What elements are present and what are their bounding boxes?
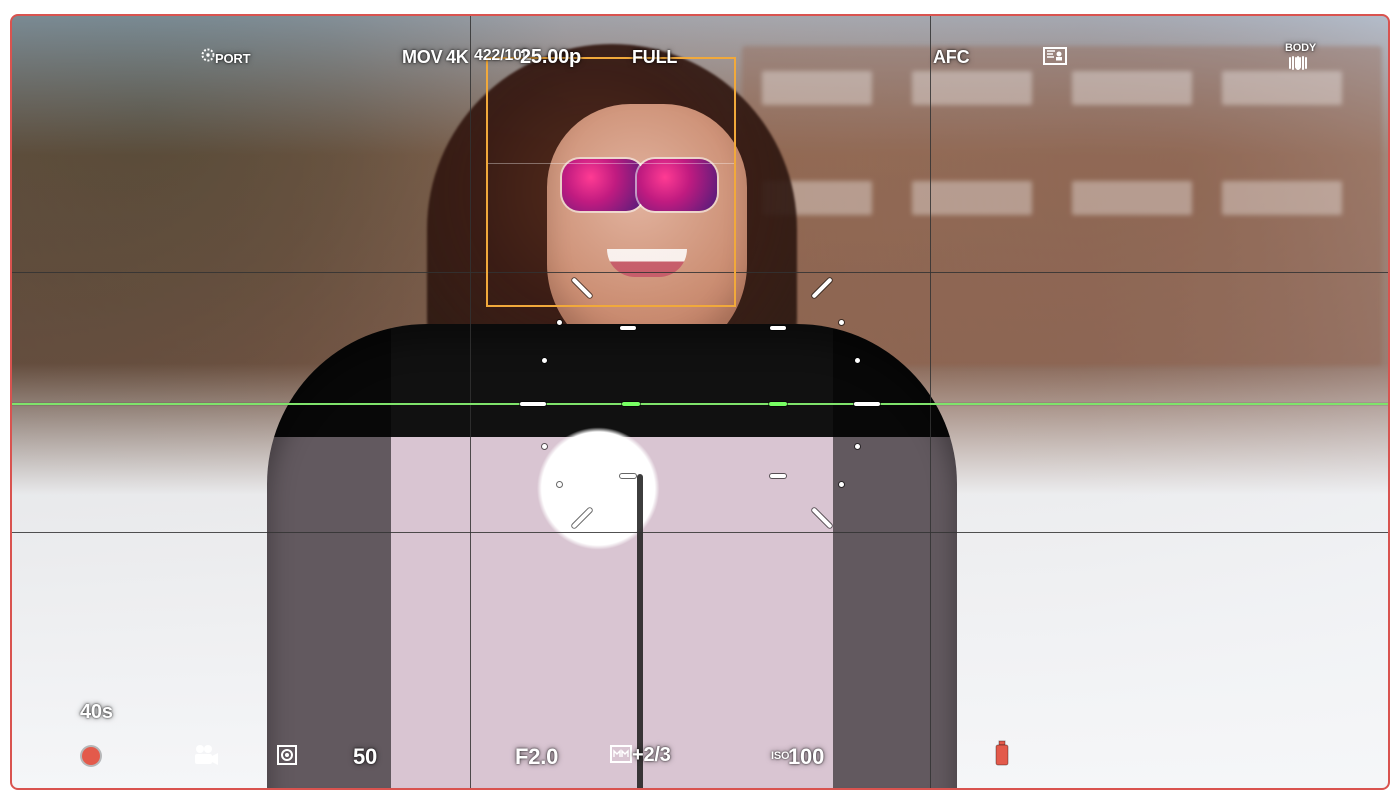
sensor-mode: FULL xyxy=(632,47,678,67)
level-indicator-green xyxy=(769,402,787,406)
face-detect-focus-box xyxy=(486,57,736,307)
level-indicator-dot xyxy=(855,444,860,449)
level-indicator-dot xyxy=(557,482,562,487)
grid-line-vertical-1 xyxy=(470,16,471,788)
building-window xyxy=(762,181,872,215)
building-window xyxy=(1222,71,1342,105)
exposure-compensation: +2/3 xyxy=(632,744,671,766)
focus-mode: AFC xyxy=(933,47,970,67)
recording-resolution: 4K xyxy=(446,47,469,67)
hand-stabilizer-icon xyxy=(1284,52,1312,74)
record-indicator xyxy=(82,747,100,765)
face-detect-icon xyxy=(1043,46,1067,66)
building-window xyxy=(762,71,872,105)
aperture-value: F2.0 xyxy=(515,744,559,769)
battery-icon xyxy=(994,740,1010,766)
movie-camera-icon xyxy=(192,743,220,767)
level-indicator-mark xyxy=(854,402,880,406)
building-window xyxy=(1072,71,1192,105)
level-indicator-mark xyxy=(770,474,786,478)
level-indicator-dot xyxy=(542,358,547,363)
level-indicator-mark xyxy=(620,474,636,478)
metering-icon xyxy=(276,744,298,766)
shutter-speed: 50 xyxy=(353,744,378,769)
grid-line-vertical-2 xyxy=(930,16,931,788)
level-indicator-tick xyxy=(571,507,593,529)
viewfinder-frame: PORT MOV 4K 422/10L 25.00p FULL AFC BODY… xyxy=(10,14,1390,790)
background-building xyxy=(742,46,1382,366)
level-indicator-mark xyxy=(620,326,636,330)
level-indicator-dot xyxy=(839,482,844,487)
grid-line-horizontal-2 xyxy=(12,532,1388,533)
level-indicator-dot xyxy=(855,358,860,363)
level-indicator-green xyxy=(622,402,640,406)
building-window xyxy=(1222,181,1342,215)
level-indicator-dot xyxy=(557,320,562,325)
frame-rate: 25.00p xyxy=(520,46,582,68)
level-indicator-mark xyxy=(520,402,546,406)
aperture-icon xyxy=(201,47,215,62)
recording-time-remaining: 40s xyxy=(80,701,113,723)
iso-label: ISO xyxy=(771,750,790,762)
level-indicator-mark xyxy=(770,326,786,330)
level-indicator-tick xyxy=(811,507,833,529)
focus-box-guide-line xyxy=(488,163,734,164)
building-window xyxy=(1072,181,1192,215)
recording-format: MOV xyxy=(402,47,443,67)
subject-jacket xyxy=(267,324,957,788)
level-horizon-line xyxy=(12,403,1388,405)
level-indicator-dot xyxy=(542,444,547,449)
exposure-meter-icon xyxy=(610,744,632,764)
portrait-mode-label: PORT xyxy=(215,51,251,66)
level-indicator-dot xyxy=(839,320,844,325)
iso-value: 100 xyxy=(788,744,825,769)
jacket-zipper xyxy=(637,474,643,788)
